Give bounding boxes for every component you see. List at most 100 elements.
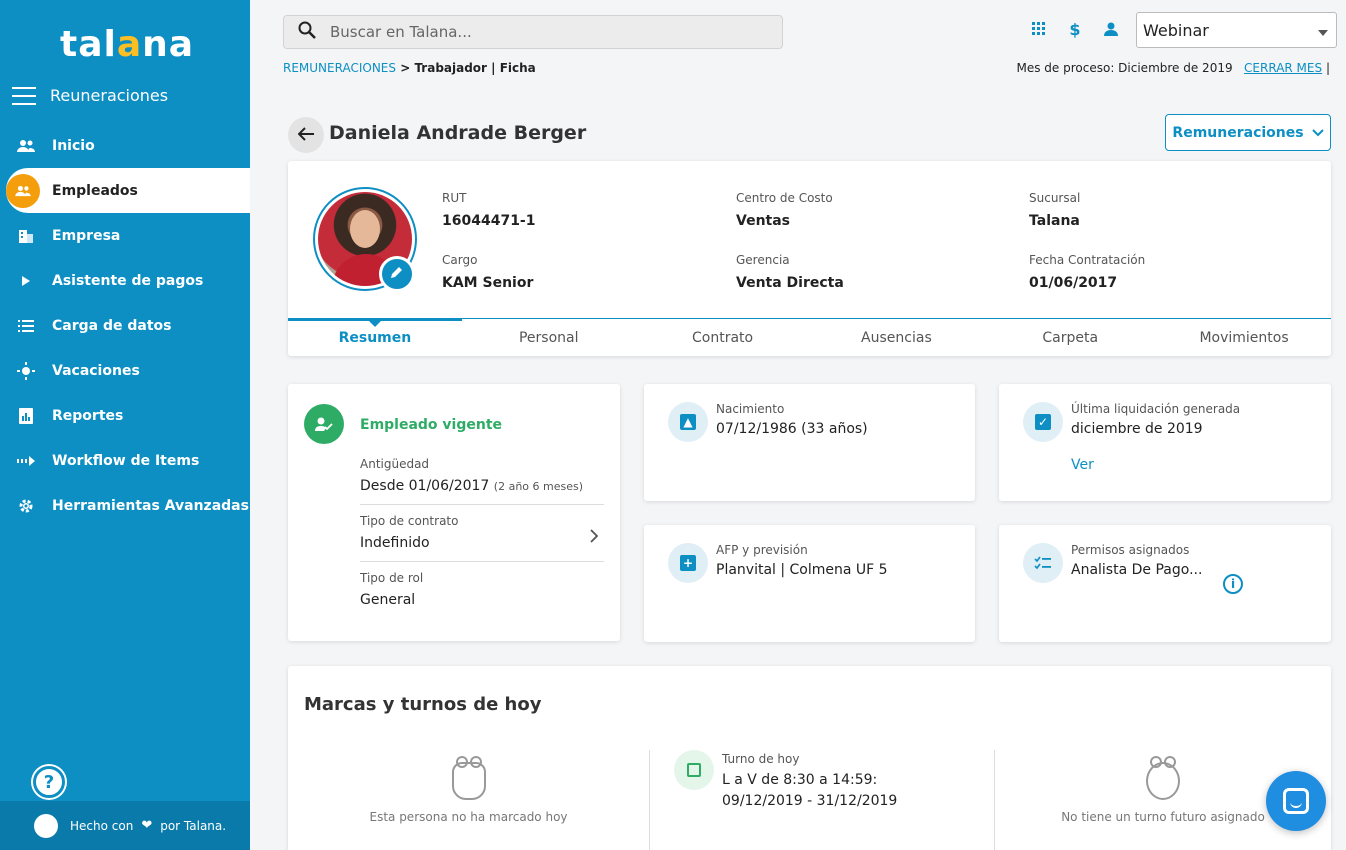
sidebar-item-label: Herramientas Avanzadas xyxy=(52,497,249,514)
marcas-card: Marcas y turnos de hoy Esta persona no h… xyxy=(288,666,1331,850)
search-bar[interactable] xyxy=(283,15,783,49)
checklist-icon xyxy=(1023,543,1063,583)
tab-movimientos[interactable]: Movimientos xyxy=(1157,319,1331,356)
tipo-rol-label: Tipo de rol xyxy=(360,571,424,585)
tab-personal[interactable]: Personal xyxy=(462,319,636,356)
arrow-left-icon xyxy=(297,126,314,145)
tipo-contrato-label: Tipo de contrato xyxy=(360,514,459,528)
building-icon xyxy=(16,226,36,246)
company-select-value: Webinar xyxy=(1143,20,1209,40)
search-input[interactable] xyxy=(330,23,730,41)
afp-value: Planvital | Colmena UF 5 xyxy=(716,562,888,578)
company-select[interactable]: Webinar xyxy=(1136,12,1337,48)
chevron-down-icon xyxy=(1311,125,1324,141)
report-icon xyxy=(16,406,36,426)
process-month-label: Mes de proceso: Diciembre de 2019 xyxy=(1016,61,1233,75)
sidebar-item-label: Empresa xyxy=(52,227,121,244)
profile-tabs: Resumen Personal Contrato Ausencias Carp… xyxy=(288,318,1331,356)
sidebar-item-label: Workflow de Items xyxy=(52,452,200,469)
tipo-rol-value: General xyxy=(360,592,416,608)
help-icon: ? xyxy=(43,771,55,793)
afp-label: AFP y previsión xyxy=(716,543,808,557)
antiguedad-label: Antigüedad xyxy=(360,457,430,471)
sidebar-item-reportes[interactable]: Reportes xyxy=(0,393,250,438)
field-sucursal: Sucursal Talana xyxy=(1029,191,1080,229)
profile-card: RUT 16044471-1 Centro de Costo Ventas Su… xyxy=(288,161,1331,356)
nacimiento-label: Nacimiento xyxy=(716,402,785,416)
chat-launcher-button[interactable] xyxy=(1266,771,1326,831)
field-value: Venta Directa xyxy=(736,275,844,291)
sidebar-item-herramientas[interactable]: Herramientas Avanzadas xyxy=(0,483,250,528)
medical-plus-icon: + xyxy=(668,543,708,583)
status-title: Empleado vigente xyxy=(360,417,503,433)
sidebar-item-asistente-pagos[interactable]: Asistente de pagos xyxy=(0,258,250,303)
sun-icon xyxy=(16,361,36,381)
sidebar-item-label: Vacaciones xyxy=(52,362,140,379)
user-check-icon xyxy=(304,404,344,444)
status-card: Empleado vigente Antigüedad Desde 01/06/… xyxy=(288,384,620,641)
marcas-title: Marcas y turnos de hoy xyxy=(304,694,542,715)
field-label: Cargo xyxy=(442,253,478,267)
no-marcas-column: Esta persona no ha marcado hoy xyxy=(288,750,649,850)
tab-carpeta[interactable]: Carpeta xyxy=(983,319,1157,356)
permisos-value: Analista De Pago... xyxy=(1071,562,1203,578)
apps-grid-icon[interactable] xyxy=(1030,20,1048,38)
remuneraciones-dropdown-button[interactable]: Remuneraciones xyxy=(1165,114,1331,151)
user-icon[interactable] xyxy=(1102,20,1120,38)
tipo-contrato-value: Indefinido xyxy=(360,535,430,551)
heart-icon: ❤ xyxy=(141,818,153,833)
sidebar-item-carga-datos[interactable]: Carga de datos xyxy=(0,303,250,348)
field-label: Fecha Contratación xyxy=(1029,253,1146,267)
process-sep: | xyxy=(1325,61,1330,75)
top-icons: $ xyxy=(1030,20,1120,39)
ver-liquidacion-link[interactable]: Ver xyxy=(1071,457,1094,473)
menu-toggle[interactable]: Reuneraciones xyxy=(12,86,168,105)
calendar-check-icon xyxy=(674,750,714,790)
tipo-contrato[interactable]: Tipo de contrato Indefinido xyxy=(360,514,604,551)
breadcrumb: REMUNERACIONES > Trabajador | Ficha xyxy=(283,61,536,75)
antiguedad-detail: (2 año 6 meses) xyxy=(493,480,584,493)
sidebar-item-workflow[interactable]: Workflow de Items xyxy=(0,438,250,483)
chevron-right-icon xyxy=(590,528,599,547)
document-icon: ✓ xyxy=(1023,402,1063,442)
workflow-icon xyxy=(16,451,36,471)
sidebar-footer: Hecho con ❤ por Talana. xyxy=(0,801,250,850)
turno-column: Turno de hoy L a V de 8:30 a 14:59: 09/1… xyxy=(649,750,994,850)
info-icon[interactable]: i xyxy=(1223,574,1243,594)
sidebar-item-label: Asistente de pagos xyxy=(52,272,204,289)
no-marcas-text: Esta persona no ha marcado hoy xyxy=(369,810,568,824)
search-icon xyxy=(298,21,316,43)
breadcrumb-root[interactable]: REMUNERACIONES xyxy=(283,61,396,75)
sidebar-item-label: Inicio xyxy=(52,137,95,154)
field-rut: RUT 16044471-1 xyxy=(442,191,535,229)
sidebar-item-vacaciones[interactable]: Vacaciones xyxy=(0,348,250,393)
sidebar-item-empleados[interactable]: Empleados xyxy=(6,168,250,213)
field-label: RUT xyxy=(442,191,467,205)
monster-icon xyxy=(1146,756,1180,800)
tab-contrato[interactable]: Contrato xyxy=(636,319,810,356)
footer-prefix: Hecho con xyxy=(70,818,134,833)
breadcrumb-current: Trabajador | Ficha xyxy=(414,61,536,75)
mascot-icon xyxy=(34,813,58,838)
field-value: 01/06/2017 xyxy=(1029,275,1118,291)
back-button[interactable] xyxy=(288,117,324,153)
tab-resumen[interactable]: Resumen xyxy=(288,318,462,356)
talana-logo[interactable]: talana xyxy=(60,24,194,65)
tab-ausencias[interactable]: Ausencias xyxy=(809,319,983,356)
people-icon xyxy=(6,173,40,208)
module-title: Reuneraciones xyxy=(50,86,169,105)
sidebar: talana Reuneraciones Inicio Empleados Em… xyxy=(0,0,250,850)
field-value: Ventas xyxy=(736,213,791,229)
dollar-icon[interactable]: $ xyxy=(1066,20,1084,39)
breadcrumb-sep: > xyxy=(396,61,415,75)
permisos-card: Permisos asignados Analista De Pago... i xyxy=(999,525,1331,642)
nacimiento-value: 07/12/1986 (33 años) xyxy=(716,421,868,437)
sidebar-item-empresa[interactable]: Empresa xyxy=(0,213,250,258)
edit-photo-button[interactable] xyxy=(379,256,415,292)
liquidacion-label: Última liquidación generada xyxy=(1071,402,1241,416)
close-month-link[interactable]: CERRAR MES xyxy=(1244,61,1322,75)
field-centro-costo: Centro de Costo Ventas xyxy=(736,191,833,229)
sidebar-item-inicio[interactable]: Inicio xyxy=(0,123,250,168)
help-button[interactable]: ? xyxy=(33,766,65,798)
field-fecha-contratacion: Fecha Contratación 01/06/2017 xyxy=(1029,253,1145,291)
